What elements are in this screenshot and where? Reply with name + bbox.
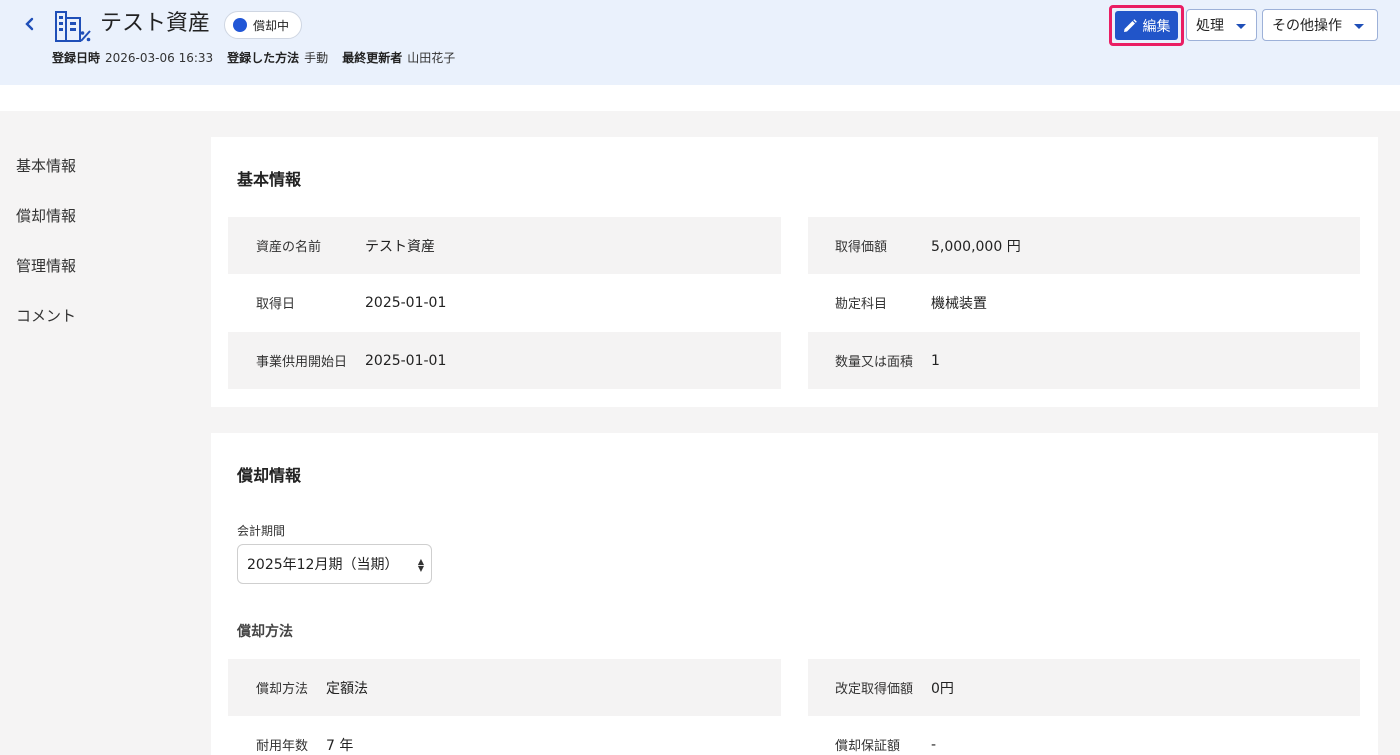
dep-row-guarantee-amount: 償却保証額 - bbox=[835, 736, 937, 755]
status-dot-icon bbox=[233, 18, 247, 32]
pencil-icon bbox=[1123, 18, 1137, 32]
asset-icon bbox=[54, 9, 92, 43]
edit-button-highlight: 編集 bbox=[1109, 5, 1184, 46]
accounting-period-value: 2025年12月期（当期） bbox=[247, 557, 399, 573]
basic-row-quantity: 数量又は面積 1 bbox=[808, 332, 1360, 389]
basic-info-card: 基本情報 資産の名前 テスト資産 取得価額 5,000,000 円 取得日 20… bbox=[211, 137, 1378, 407]
other-actions-dropdown-button[interactable]: その他操作 bbox=[1262, 9, 1378, 41]
edit-button-label: 編集 bbox=[1142, 18, 1171, 35]
accounting-period-select[interactable]: 2025年12月期（当期） ▲ ▼ bbox=[237, 544, 432, 584]
caret-down-icon bbox=[1354, 23, 1364, 29]
other-actions-button-label: その他操作 bbox=[1272, 18, 1342, 34]
meta-registration-method: 登録した方法 手動 bbox=[227, 51, 329, 65]
record-meta: 登録日時 2026-03-06 16:33 登録した方法 手動 最終更新者 山田花子 bbox=[52, 50, 455, 66]
basic-row-acquisition-date: 取得日 2025-01-01 bbox=[256, 294, 447, 313]
accounting-period-label: 会計期間 bbox=[237, 524, 286, 538]
basic-row-acquisition-cost: 取得価額 5,000,000 円 bbox=[808, 217, 1360, 274]
caret-down-icon bbox=[1236, 23, 1246, 29]
basic-row-account: 勘定科目 機械装置 bbox=[835, 295, 987, 313]
basic-info-title: 基本情報 bbox=[237, 170, 302, 189]
edit-button[interactable]: 編集 bbox=[1115, 11, 1178, 40]
process-dropdown-button[interactable]: 処理 bbox=[1186, 9, 1257, 41]
section-nav: 基本情報 償却情報 管理情報 コメント bbox=[16, 153, 76, 353]
meta-last-updated-by: 最終更新者 山田花子 bbox=[342, 51, 456, 65]
status-badge-label: 償却中 bbox=[253, 18, 290, 33]
meta-registered-at: 登録日時 2026-03-06 16:33 bbox=[52, 51, 214, 65]
header-spacer bbox=[0, 85, 1400, 111]
dep-row-revised-cost: 改定取得価額 0円 bbox=[808, 659, 1360, 716]
depreciation-info-title: 償却情報 bbox=[237, 466, 302, 485]
sidenav-item-comments[interactable]: コメント bbox=[16, 303, 76, 353]
basic-row-asset-name: 資産の名前 テスト資産 bbox=[228, 217, 781, 274]
depreciation-info-card: 償却情報 会計期間 2025年12月期（当期） ▲ ▼ 償却方法 償却方法 定額法… bbox=[211, 433, 1378, 755]
dep-row-method: 償却方法 定額法 bbox=[228, 659, 781, 716]
status-badge: 償却中 bbox=[224, 11, 303, 39]
depreciation-method-subtitle: 償却方法 bbox=[237, 624, 293, 640]
back-chevron-icon[interactable] bbox=[22, 13, 42, 37]
page-header: テスト資産 償却中 登録日時 2026-03-06 16:33 登録した方法 手動 … bbox=[0, 0, 1400, 85]
sidenav-item-management-info[interactable]: 管理情報 bbox=[16, 253, 76, 303]
select-arrows-icon: ▲ ▼ bbox=[417, 557, 424, 573]
process-button-label: 処理 bbox=[1196, 18, 1224, 34]
sidenav-item-depreciation-info[interactable]: 償却情報 bbox=[16, 203, 76, 253]
dep-row-useful-life: 耐用年数 7 年 bbox=[256, 737, 354, 755]
page-title: テスト資産 bbox=[100, 11, 211, 36]
sidenav-item-basic-info[interactable]: 基本情報 bbox=[16, 153, 76, 203]
basic-row-service-start-date: 事業供用開始日 2025-01-01 bbox=[228, 332, 781, 389]
